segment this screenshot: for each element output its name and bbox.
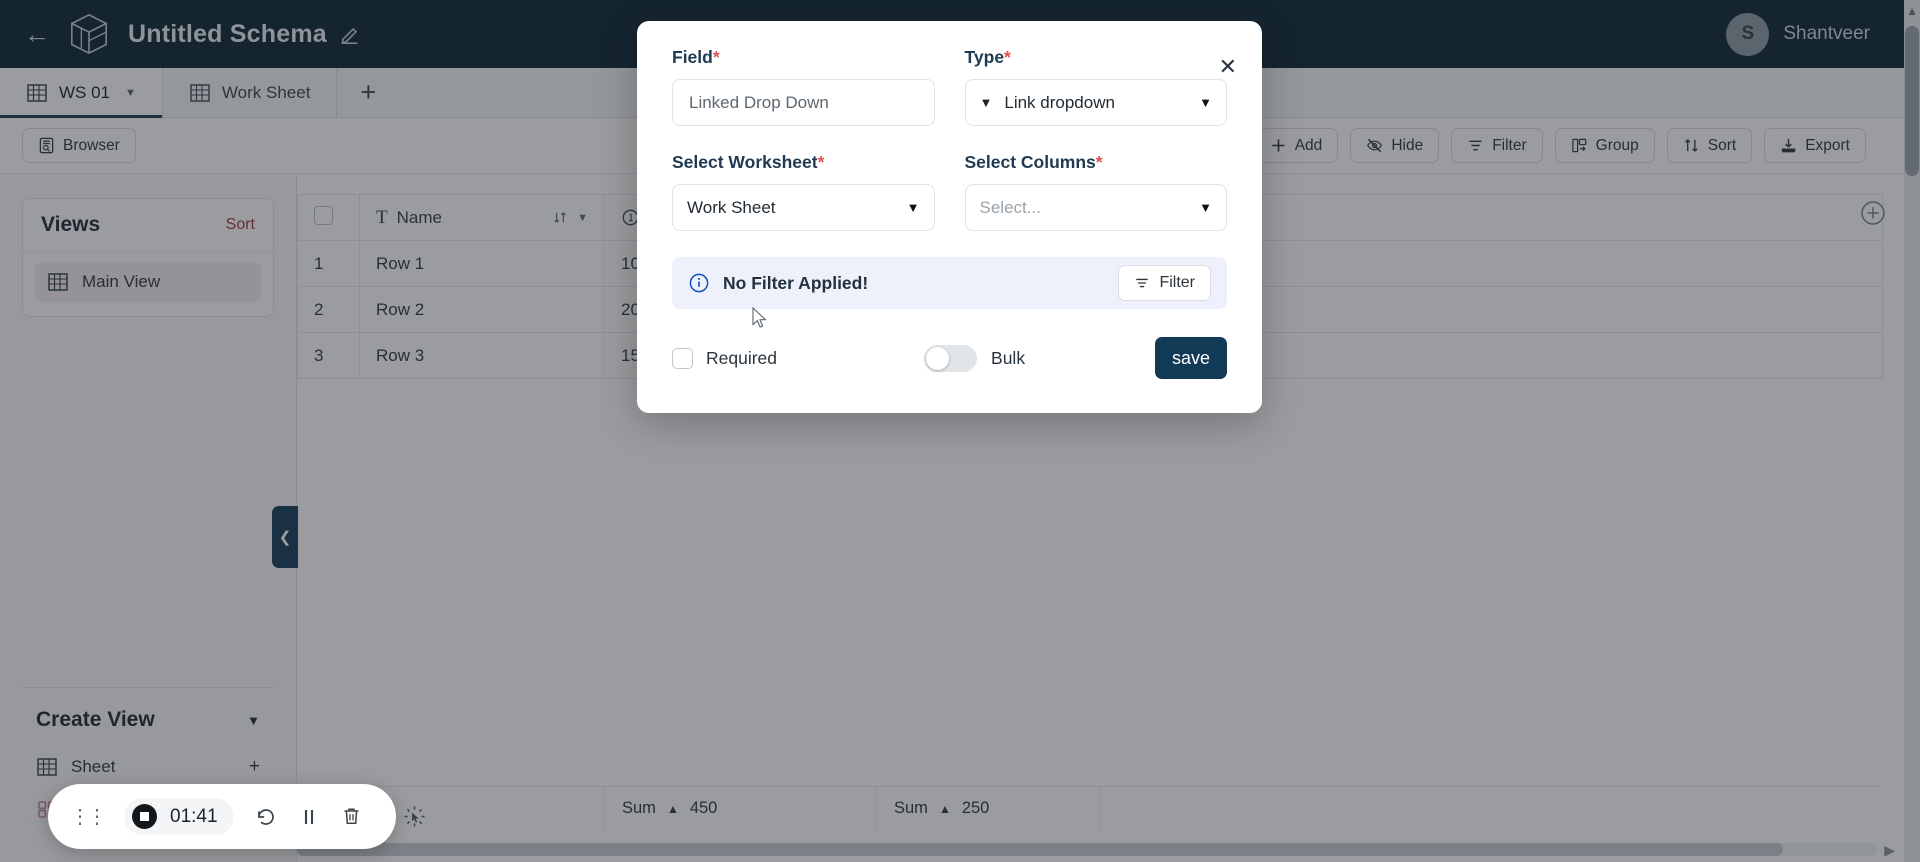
field-group: Field* <box>672 47 935 126</box>
type-group: Type* ▼ Link dropdown ▼ <box>964 47 1228 126</box>
type-label-text: Type <box>964 47 1005 67</box>
app-root: ← Untitled Schema S Shantveer WS 01 ▼ Wo… <box>0 0 1920 862</box>
field-name-input[interactable] <box>672 79 935 126</box>
recording-status[interactable]: 01:41 <box>124 798 234 835</box>
chevron-down-icon[interactable]: ▼ <box>907 200 920 215</box>
chevron-down-icon: ▼ <box>979 95 993 110</box>
close-icon[interactable]: ✕ <box>1219 56 1237 78</box>
worksheet-label: Select Worksheet* <box>672 152 935 173</box>
checkbox-icon[interactable] <box>672 347 693 369</box>
required-asterisk: * <box>1095 152 1103 172</box>
columns-group: Select Columns* Select... ▼ <box>964 152 1228 231</box>
modal-footer: Required Bulk save <box>672 337 1227 379</box>
modal-filter-button[interactable]: Filter <box>1118 265 1211 301</box>
worksheet-label-text: Select Worksheet <box>672 152 818 172</box>
info-icon <box>689 273 709 293</box>
trash-icon[interactable] <box>340 805 363 828</box>
worksheet-select[interactable]: Work Sheet ▼ <box>672 184 935 231</box>
required-asterisk: * <box>712 47 720 67</box>
field-settings-modal: ✕ Field* Type* ▼ Link dropdown ▼ <box>637 21 1262 413</box>
columns-label-text: Select Columns <box>964 152 1096 172</box>
cursor-click-icon[interactable] <box>403 805 426 828</box>
required-checkbox[interactable]: Required <box>672 347 778 369</box>
bulk-toggle-group[interactable]: Bulk <box>924 344 1026 372</box>
modal-filter-label: Filter <box>1159 274 1195 291</box>
recording-time: 01:41 <box>170 805 218 827</box>
worksheet-select-value: Work Sheet <box>687 197 776 217</box>
columns-label: Select Columns* <box>965 152 1228 173</box>
screen-recorder-widget: ⋮⋮ 01:41 <box>48 784 425 849</box>
worksheet-group: Select Worksheet* Work Sheet ▼ <box>672 152 935 231</box>
mouse-cursor <box>752 307 767 328</box>
toggle-knob <box>926 346 950 370</box>
chevron-down-icon[interactable]: ▼ <box>1199 200 1212 215</box>
chevron-down-icon[interactable]: ▼ <box>1199 95 1212 110</box>
modal-top-fields: Field* Type* ▼ Link dropdown ▼ <box>672 47 1227 126</box>
no-filter-text: No Filter Applied! <box>723 272 869 293</box>
required-asterisk: * <box>1004 47 1011 67</box>
modal-bottom-fields: Select Worksheet* Work Sheet ▼ Select Co… <box>672 152 1227 231</box>
bulk-label: Bulk <box>991 347 1026 368</box>
bulk-toggle[interactable] <box>924 344 978 372</box>
type-select[interactable]: ▼ Link dropdown ▼ <box>964 79 1227 126</box>
type-label: Type* <box>965 47 1228 68</box>
columns-select-placeholder: Select... <box>979 197 1041 217</box>
restart-icon[interactable] <box>254 805 278 829</box>
required-label: Required <box>706 347 778 368</box>
field-label-text: Field <box>672 47 713 67</box>
pause-icon[interactable] <box>298 806 320 828</box>
stop-record-icon[interactable] <box>132 804 157 829</box>
drag-handle-icon[interactable]: ⋮⋮ <box>70 804 107 829</box>
save-button[interactable]: save <box>1155 337 1227 379</box>
type-select-value: Link dropdown <box>1004 92 1115 112</box>
filter-info-bar: No Filter Applied! Filter <box>672 257 1227 309</box>
columns-select[interactable]: Select... ▼ <box>964 184 1227 231</box>
field-label: Field* <box>672 47 935 68</box>
filter-icon <box>1136 278 1149 288</box>
required-asterisk: * <box>817 152 825 172</box>
